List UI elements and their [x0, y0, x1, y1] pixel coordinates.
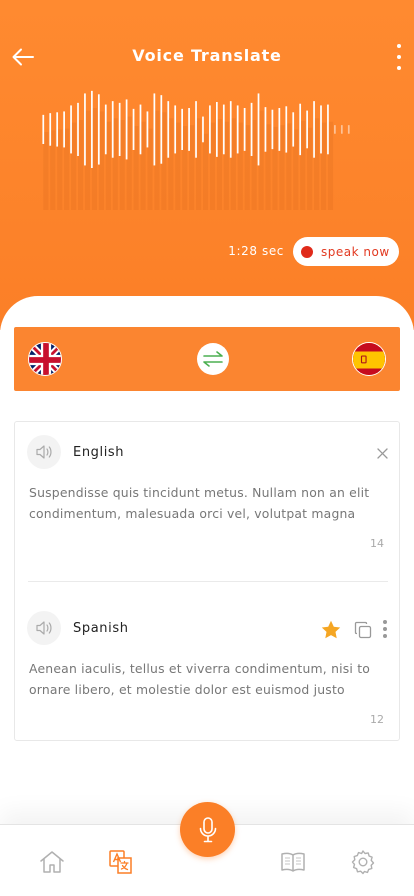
nav-home[interactable] — [37, 847, 67, 877]
page-title: Voice Translate — [132, 46, 282, 65]
waveform-bar — [91, 90, 93, 168]
waveform-bar — [84, 93, 86, 166]
more-dot-icon — [397, 55, 401, 59]
target-language-label: Spanish — [73, 621, 129, 636]
waveform-bar — [313, 101, 315, 158]
source-language-flag[interactable] — [28, 342, 62, 376]
source-language-label: English — [73, 445, 125, 460]
favorite-button[interactable] — [320, 618, 342, 640]
waveform — [42, 90, 350, 210]
more-dot-icon — [383, 627, 387, 631]
swap-arrows-icon — [203, 351, 223, 367]
waveform-bar — [229, 101, 232, 158]
speak-now-button[interactable]: speak now — [293, 237, 399, 266]
record-dot-icon — [301, 245, 313, 258]
recording-timer: 1:28 sec — [228, 244, 284, 258]
copy-icon — [354, 621, 372, 639]
waveform-bar — [236, 105, 239, 154]
nav-phrasebook[interactable] — [278, 847, 308, 877]
book-icon — [281, 852, 305, 872]
star-icon — [321, 620, 341, 638]
waveform-bar — [146, 111, 149, 148]
nav-settings[interactable] — [348, 847, 378, 877]
waveform-bar — [327, 104, 329, 155]
waveform-bar — [243, 108, 246, 151]
waveform-bar — [320, 105, 322, 154]
source-speaker-button[interactable] — [27, 435, 61, 469]
translation-card: English Suspendisse quis tincidunt metus… — [14, 421, 400, 741]
source-char-count: 14 — [370, 537, 384, 550]
waveform-bar — [56, 112, 59, 147]
waveform-bar — [202, 116, 204, 143]
speak-now-label: speak now — [321, 244, 390, 259]
target-speaker-button[interactable] — [27, 611, 61, 645]
more-dot-icon — [397, 44, 401, 48]
waveform-bar — [340, 125, 343, 134]
target-char-count: 12 — [370, 713, 384, 726]
microphone-icon — [199, 816, 216, 842]
waveform-bar — [257, 93, 260, 166]
home-icon — [40, 851, 64, 873]
target-language-flag[interactable] — [352, 342, 386, 376]
waveform-bar — [174, 105, 177, 154]
waveform-bar — [111, 101, 114, 158]
translate-icon — [109, 850, 132, 874]
waveform-bar — [195, 101, 197, 158]
waveform-bar — [104, 104, 107, 155]
waveform-bar — [216, 102, 218, 157]
waveform-bar — [132, 108, 135, 150]
waveform-bar — [264, 107, 267, 152]
waveform-bar — [285, 106, 288, 153]
speaker-icon — [36, 445, 52, 459]
header: Voice Translate 1:28 sec speak now — [0, 0, 414, 330]
waveform-bar — [209, 105, 211, 154]
waveform-bar — [139, 104, 142, 155]
waveform-bar — [181, 108, 183, 150]
close-icon — [376, 447, 388, 459]
waveform-bar — [63, 111, 65, 148]
waveform-bar — [97, 94, 100, 165]
waveform-bar — [160, 95, 163, 164]
uk-flag-icon — [29, 343, 61, 375]
speaker-icon — [36, 621, 52, 635]
waveform-bar — [188, 108, 190, 151]
waveform-bar — [250, 102, 253, 156]
swap-languages-button[interactable] — [197, 343, 229, 375]
microphone-button[interactable] — [180, 802, 235, 857]
waveform-bar — [299, 103, 302, 156]
waveform-bar — [167, 101, 170, 158]
waveform-bar — [118, 102, 121, 156]
more-options-button[interactable] — [394, 44, 404, 70]
language-selector-bar — [14, 327, 400, 391]
waveform-bar — [42, 114, 45, 144]
nav-translate[interactable] — [106, 847, 136, 877]
waveform-bar — [222, 104, 225, 155]
waveform-bar — [334, 125, 336, 134]
waveform-bar — [49, 113, 52, 146]
target-more-button[interactable] — [381, 618, 389, 640]
settings-icon — [351, 850, 375, 875]
source-text[interactable]: Suspendisse quis tincidunt metus. Nullam… — [29, 482, 389, 524]
waveform-bar — [292, 112, 295, 147]
waveform-bar — [271, 109, 274, 150]
spain-flag-icon — [353, 343, 385, 375]
waveform-bar — [125, 99, 128, 160]
waveform-bar — [70, 105, 72, 154]
divider — [28, 581, 388, 582]
waveform-bar — [278, 108, 281, 151]
waveform-bar — [77, 102, 79, 156]
more-dot-icon — [397, 66, 401, 70]
more-dot-icon — [383, 620, 387, 624]
waveform-bar — [347, 125, 350, 134]
copy-button[interactable] — [352, 619, 374, 641]
waveform-bar — [153, 93, 156, 166]
more-dot-icon — [383, 634, 387, 638]
waveform-bar — [306, 110, 308, 149]
clear-button[interactable] — [375, 446, 389, 460]
target-text: Aenean iaculis, tellus et viverra condim… — [29, 661, 371, 697]
waveform-shadow — [202, 133, 209, 210]
